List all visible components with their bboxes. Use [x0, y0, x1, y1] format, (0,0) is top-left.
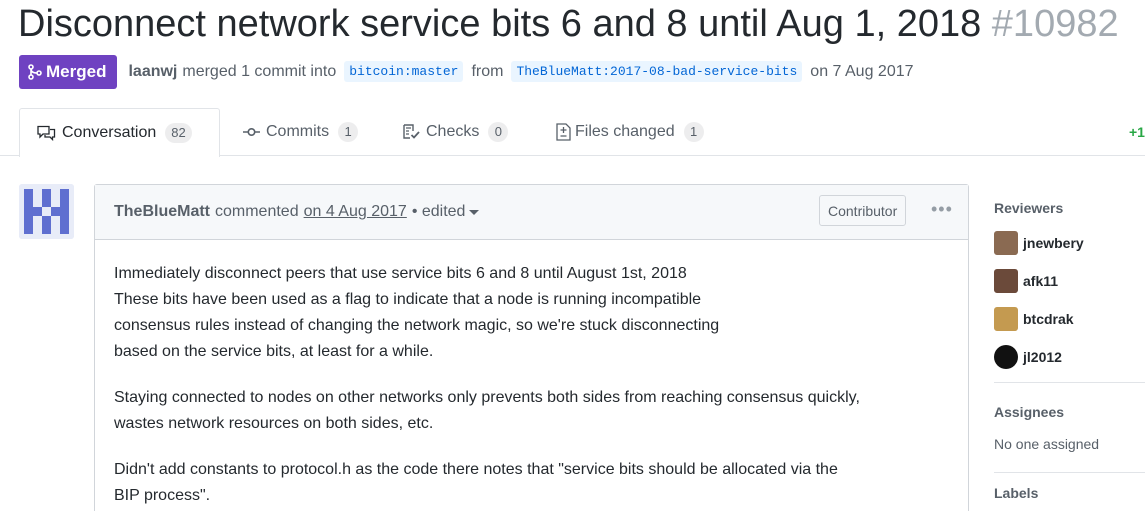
head-branch[interactable]: TheBlueMatt:2017-08-bad-service-bits	[511, 61, 803, 82]
tab-conversation-count: 82	[165, 123, 192, 143]
pr-title: Disconnect network service bits 6 and 8 …	[18, 3, 982, 45]
file-diff-icon	[556, 123, 571, 141]
reviewer-name: jl2012	[1023, 349, 1062, 365]
contributor-badge: Contributor	[819, 195, 907, 226]
avatar	[994, 307, 1018, 331]
comment-line: These bits have been used as a flag to i…	[114, 291, 702, 308]
avatar	[994, 345, 1018, 369]
avatar	[994, 269, 1018, 293]
from-text: from	[471, 62, 504, 80]
discussion-sidebar: Reviewers jnewbery afk11 btcdrak jl2012 …	[994, 200, 1145, 501]
tab-files-changed[interactable]: Files changed 1	[556, 108, 704, 156]
tab-files-changed-count: 1	[683, 122, 704, 142]
base-branch[interactable]: bitcoin:master	[344, 61, 464, 82]
reviewer-item[interactable]: afk11	[994, 268, 1145, 294]
tab-commits-count: 1	[338, 122, 359, 142]
git-commit-icon	[243, 127, 260, 137]
pr-tabs: Conversation 82 Commits 1 Checks 0 Files…	[0, 108, 1145, 157]
merger-link[interactable]: laanwj	[128, 63, 177, 81]
labels-heading[interactable]: Labels	[994, 485, 1145, 501]
comment-paragraph: Immediately disconnect peers that use se…	[114, 240, 949, 365]
tab-checks-label: Checks	[426, 123, 480, 140]
reviewer-name: afk11	[1023, 273, 1059, 289]
reviewer-item[interactable]: btcdrak	[994, 306, 1145, 332]
assignees-empty: No one assigned	[994, 436, 1100, 452]
edited-label: • edited	[411, 203, 466, 220]
edited-dropdown[interactable]: • edited	[412, 203, 480, 221]
comment-paragraph: Staying connected to nodes on other netw…	[114, 385, 949, 437]
comment-line: consensus rules instead of changing the …	[114, 317, 720, 334]
kebab-menu-icon[interactable]: •••	[931, 199, 953, 220]
sidebar-divider	[994, 382, 1145, 383]
reviewer-item[interactable]: jl2012	[994, 344, 1145, 370]
caret-down-icon	[469, 209, 480, 215]
comment-line: wastes network resources on both sides, …	[114, 415, 434, 432]
comment-body: Immediately disconnect peers that use se…	[95, 240, 968, 509]
sidebar-divider	[994, 472, 1145, 473]
tab-files-changed-label: Files changed	[575, 123, 675, 140]
assignees-heading[interactable]: Assignees	[994, 404, 1145, 420]
comment-line: Didn't add constants to protocol.h as th…	[114, 461, 838, 478]
comment-header: TheBlueMatt commented on 4 Aug 2017 • ed…	[95, 185, 968, 240]
comment-verb: commented	[215, 203, 299, 220]
pr-title-row: Disconnect network service bits 6 and 8 …	[18, 2, 1119, 46]
diffstat-additions: +1	[1129, 124, 1145, 140]
comment-line: based on the service bits, at least for …	[114, 343, 434, 360]
comment-author-avatar[interactable]	[19, 184, 74, 239]
pr-number: #10982	[991, 3, 1119, 45]
merged-text: merged 1 commit into	[182, 62, 337, 80]
reviewer-item[interactable]: jnewbery	[994, 230, 1145, 256]
reviewers-heading[interactable]: Reviewers	[994, 200, 1145, 216]
comment-box: TheBlueMatt commented on 4 Aug 2017 • ed…	[94, 184, 969, 511]
tab-checks-count: 0	[488, 122, 509, 142]
reviewer-name: btcdrak	[1023, 311, 1074, 327]
comment-line: Staying connected to nodes on other netw…	[114, 389, 860, 406]
comment-line: BIP process".	[114, 487, 211, 504]
tab-conversation[interactable]: Conversation 82	[19, 108, 220, 157]
merge-date: on 7 Aug 2017	[810, 62, 914, 80]
reviewer-name: jnewbery	[1023, 235, 1084, 251]
comment-line: Immediately disconnect peers that use se…	[114, 265, 687, 282]
tab-checks[interactable]: Checks 0	[403, 108, 509, 156]
merged-badge-label: Merged	[46, 61, 107, 81]
pr-meta: Merged laanwj merged 1 commit into bitco…	[19, 54, 914, 89]
checklist-icon	[403, 124, 420, 140]
comment-discussion-icon	[37, 125, 56, 141]
tab-commits-label: Commits	[266, 123, 330, 140]
merged-badge: Merged	[19, 54, 118, 89]
avatar	[994, 231, 1018, 255]
comment-timestamp[interactable]: on 4 Aug 2017	[304, 203, 407, 221]
comment-author[interactable]: TheBlueMatt	[114, 203, 210, 221]
git-merge-icon	[28, 63, 42, 80]
tab-conversation-label: Conversation	[62, 124, 157, 141]
comment-paragraph: Didn't add constants to protocol.h as th…	[114, 457, 949, 509]
tab-commits[interactable]: Commits 1	[243, 108, 359, 156]
